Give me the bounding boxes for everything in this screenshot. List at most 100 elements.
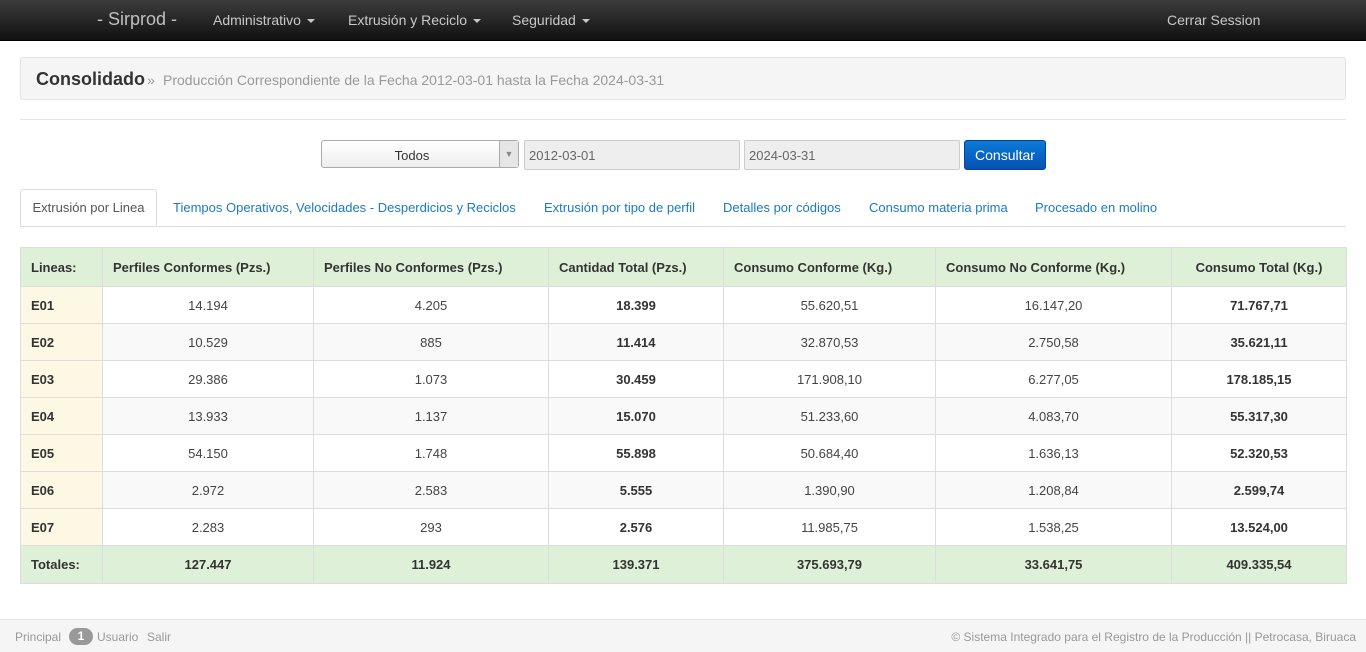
table-cell: 13.933 xyxy=(102,397,314,435)
table-cell: 2.576 xyxy=(548,508,724,546)
table-cell: 71.767,71 xyxy=(1171,286,1347,324)
footer-usuario-link[interactable]: Usuario xyxy=(97,630,138,644)
page-subtitle: Producción Correspondiente de la Fecha 2… xyxy=(163,72,665,88)
table-cell: 2.972 xyxy=(102,471,314,509)
header-perfiles-conformes: Perfiles Conformes (Pzs.) xyxy=(102,247,314,287)
user-count-badge: 1 xyxy=(69,628,93,645)
table-row: E05 54.150 1.748 55.898 50.684,40 1.636,… xyxy=(20,434,1347,472)
logout-link[interactable]: Cerrar Session xyxy=(1167,12,1260,28)
table-cell: 178.185,15 xyxy=(1171,360,1347,398)
tab-extrusion-tipo-perfil[interactable]: Extrusión por tipo de perfil xyxy=(544,189,695,226)
table-cell: 1.538,25 xyxy=(935,508,1172,546)
table-cell: 51.233,60 xyxy=(723,397,936,435)
table-row: E07 2.283 293 2.576 11.985,75 1.538,25 1… xyxy=(20,508,1347,546)
totals-cell: 11.924 xyxy=(313,545,549,584)
page-footer: Principal 1 Usuario Salir © Sistema Inte… xyxy=(0,619,1366,652)
table-cell: 171.908,10 xyxy=(723,360,936,398)
table-cell: 1.748 xyxy=(313,434,549,472)
line-cell: E07 xyxy=(20,508,103,546)
table-row: E01 14.194 4.205 18.399 55.620,51 16.147… xyxy=(20,286,1347,324)
table-cell: 1.137 xyxy=(313,397,549,435)
header-lineas: Lineas: xyxy=(20,247,103,287)
table-cell: 11.414 xyxy=(548,323,724,361)
line-select[interactable]: Todos ▼ xyxy=(321,140,519,168)
header-perfiles-no-conformes: Perfiles No Conformes (Pzs.) xyxy=(313,247,549,287)
divider xyxy=(20,119,1346,120)
menu-label: Seguridad xyxy=(512,12,576,28)
table-row: E02 10.529 885 11.414 32.870,53 2.750,58… xyxy=(20,323,1347,361)
table-cell: 14.194 xyxy=(102,286,314,324)
header-cantidad-total: Cantidad Total (Pzs.) xyxy=(548,247,724,287)
tabs-border xyxy=(20,226,1346,227)
table-cell: 18.399 xyxy=(548,286,724,324)
date-from-input[interactable] xyxy=(524,140,740,170)
table-row: E03 29.386 1.073 30.459 171.908,10 6.277… xyxy=(20,360,1347,398)
table-cell: 16.147,20 xyxy=(935,286,1172,324)
table-cell: 55.620,51 xyxy=(723,286,936,324)
header-consumo-conforme: Consumo Conforme (Kg.) xyxy=(723,247,936,287)
table-cell: 10.529 xyxy=(102,323,314,361)
table-cell: 1.073 xyxy=(313,360,549,398)
menu-extrusion-reciclo[interactable]: Extrusión y Reciclo xyxy=(348,12,482,28)
menu-seguridad[interactable]: Seguridad xyxy=(512,12,590,28)
table-cell: 32.870,53 xyxy=(723,323,936,361)
table-cell: 2.283 xyxy=(102,508,314,546)
table-cell: 2.599,74 xyxy=(1171,471,1347,509)
table-cell: 2.583 xyxy=(313,471,549,509)
table-cell: 4.205 xyxy=(313,286,549,324)
table-cell: 29.386 xyxy=(102,360,314,398)
line-cell: E05 xyxy=(20,434,103,472)
production-table: Lineas: Perfiles Conformes (Pzs.) Perfil… xyxy=(20,247,1347,584)
table-cell: 55.317,30 xyxy=(1171,397,1347,435)
totals-cell: 375.693,79 xyxy=(723,545,936,584)
table-cell: 2.750,58 xyxy=(935,323,1172,361)
caret-down-icon xyxy=(581,19,590,24)
table-row: E06 2.972 2.583 5.555 1.390,90 1.208,84 … xyxy=(20,471,1347,509)
table-cell: 15.070 xyxy=(548,397,724,435)
menu-label: Administrativo xyxy=(213,12,301,28)
menu-administrativo[interactable]: Administrativo xyxy=(213,12,315,28)
date-to-input[interactable] xyxy=(744,140,960,170)
footer-salir-link[interactable]: Salir xyxy=(147,630,171,644)
table-cell: 1.390,90 xyxy=(723,471,936,509)
line-cell: E03 xyxy=(20,360,103,398)
line-cell: E02 xyxy=(20,323,103,361)
caret-down-icon xyxy=(306,19,315,24)
tab-tiempos-operativos[interactable]: Tiempos Operativos, Velocidades - Desper… xyxy=(173,189,516,226)
top-navbar: - Sirprod - Administrativo Extrusión y R… xyxy=(0,0,1366,41)
table-cell: 5.555 xyxy=(548,471,724,509)
brand-logo[interactable]: - Sirprod - xyxy=(97,9,177,30)
table-row: E04 13.933 1.137 15.070 51.233,60 4.083,… xyxy=(20,397,1347,435)
line-select-value: Todos xyxy=(394,148,430,163)
totals-label: Totales: xyxy=(20,545,103,584)
chevron-down-icon[interactable]: ▼ xyxy=(499,141,518,167)
menu-label: Extrusión y Reciclo xyxy=(348,12,468,28)
tab-procesado-molino[interactable]: Procesado en molino xyxy=(1035,189,1157,226)
table-cell: 50.684,40 xyxy=(723,434,936,472)
line-cell: E01 xyxy=(20,286,103,324)
totals-cell: 127.447 xyxy=(102,545,314,584)
consultar-button[interactable]: Consultar xyxy=(964,140,1046,170)
tab-extrusion-por-linea[interactable]: Extrusión por Linea xyxy=(20,189,157,226)
table-cell: 1.208,84 xyxy=(935,471,1172,509)
table-cell: 293 xyxy=(313,508,549,546)
table-cell: 13.524,00 xyxy=(1171,508,1347,546)
footer-principal-link[interactable]: Principal xyxy=(15,630,61,644)
header-consumo-total: Consumo Total (Kg.) xyxy=(1171,247,1347,287)
table-cell: 52.320,53 xyxy=(1171,434,1347,472)
totals-row: Totales: 127.447 11.924 139.371 375.693,… xyxy=(20,545,1347,584)
tab-consumo-materia-prima[interactable]: Consumo materia prima xyxy=(869,189,1008,226)
page-title: Consolidado xyxy=(36,69,145,89)
tab-detalles-codigos[interactable]: Detalles por códigos xyxy=(723,189,841,226)
table-header-row: Lineas: Perfiles Conformes (Pzs.) Perfil… xyxy=(20,247,1347,287)
table-cell: 1.636,13 xyxy=(935,434,1172,472)
totals-cell: 33.641,75 xyxy=(935,545,1172,584)
breadcrumb: Consolidado » Producción Correspondiente… xyxy=(20,57,1346,100)
table-cell: 54.150 xyxy=(102,434,314,472)
totals-cell: 139.371 xyxy=(548,545,724,584)
table-cell: 30.459 xyxy=(548,360,724,398)
table-cell: 35.621,11 xyxy=(1171,323,1347,361)
line-cell: E06 xyxy=(20,471,103,509)
table-cell: 11.985,75 xyxy=(723,508,936,546)
table-cell: 55.898 xyxy=(548,434,724,472)
